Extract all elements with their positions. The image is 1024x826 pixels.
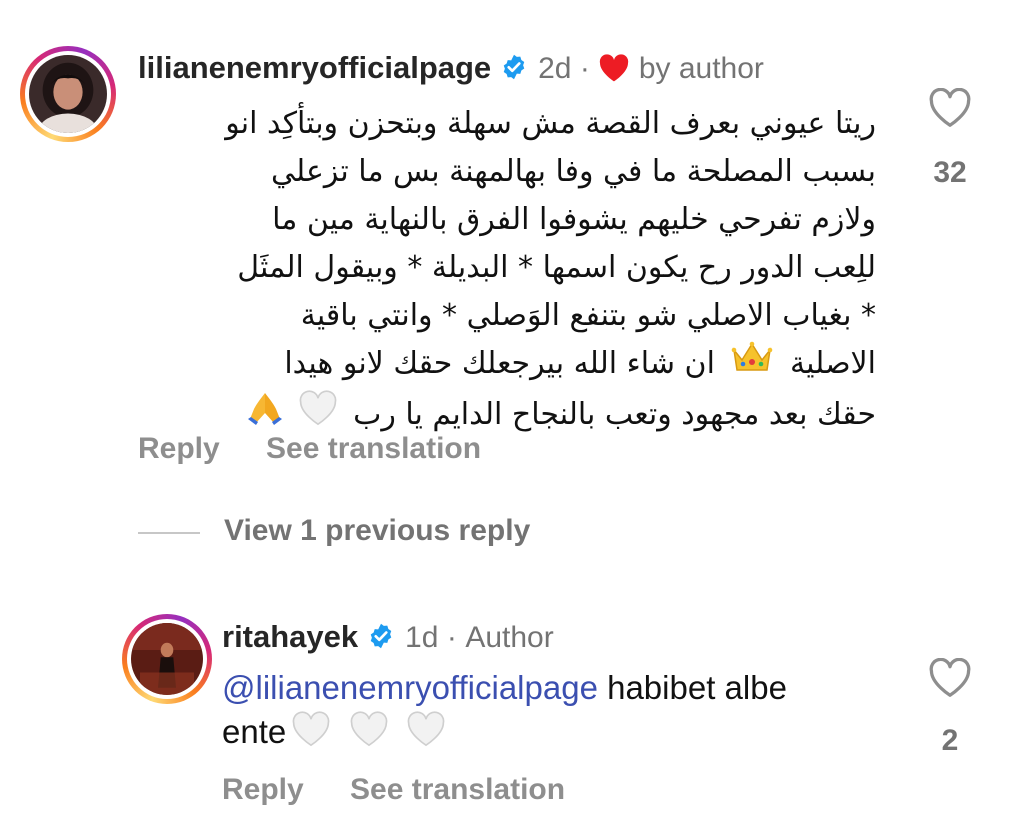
view-replies-divider [138, 532, 200, 534]
comment-text-line: * بغياب الاصلي شو بتنفع الوَصلي * وانتي … [300, 298, 876, 333]
view-previous-reply-button[interactable]: View 1 previous reply [224, 514, 530, 548]
reply-button[interactable]: Reply [222, 773, 304, 807]
like-outline-icon[interactable] [928, 657, 972, 703]
crown-emoji [730, 340, 774, 389]
reply-text: @lilianenemryofficialpage habibet albe e… [222, 666, 902, 758]
comment-text-line: حقك بعد مجهود وتعب بالنجاح الدايم يا رب [128, 389, 876, 442]
avatar-lilianenemry[interactable] [20, 46, 116, 142]
comment-text-line: الاصلية ان شاء الله بيرجعلك حقك لانو هيد… [128, 340, 876, 389]
comment-text-line: ولازم تفرحي خليهم يشوفوا الفرق بالنهاية … [272, 202, 876, 237]
reply-text-segment: ente [222, 713, 287, 750]
like-count: 32 [933, 156, 967, 189]
comment-text-line: بسبب المصلحة ما في وفا بهالمهنة بس ما تز… [271, 154, 876, 189]
see-translation-button[interactable]: See translation [350, 773, 565, 807]
comment-text-line: ريتا عيوني بعرف القصة مش سهلة وبتحزن وبت… [225, 106, 876, 141]
comment-text: ريتا عيوني بعرف القصة مش سهلة وبتحزن وبت… [128, 100, 876, 442]
white-heart-emoji [406, 711, 446, 758]
reply-username[interactable]: ritahayek [222, 619, 358, 654]
white-heart-emoji [349, 711, 389, 758]
separator: · [446, 621, 457, 654]
comment-text-line: للِعب الدور رح يكون اسمها * البديلة * وب… [237, 250, 876, 285]
separator: · [579, 52, 590, 85]
liked-by-author-label: by author [638, 52, 764, 85]
reply-header: ritahayek 1d · Author [222, 619, 554, 655]
see-translation-button[interactable]: See translation [266, 432, 481, 466]
reply-text-segment: habibet albe [597, 669, 787, 706]
white-heart-emoji [291, 711, 331, 758]
comment-text-segment: الاصلية [790, 346, 876, 381]
avatar-ritahayek[interactable] [122, 614, 212, 704]
comment-text-segment: ان شاء الله بيرجعلك حقك لانو هيدا [284, 346, 715, 381]
comment-username[interactable]: lilianenemryofficialpage [138, 50, 491, 85]
author-label: Author [465, 621, 554, 654]
verified-icon [367, 622, 395, 650]
reply-button[interactable]: Reply [138, 432, 220, 466]
like-outline-icon[interactable] [928, 87, 972, 133]
comment-header: lilianenemryofficialpage 2d · by author [138, 50, 764, 87]
heart-icon [598, 54, 630, 87]
verified-icon [500, 53, 528, 81]
reply-time: 1d [405, 621, 439, 654]
reply-text-line: ente [222, 710, 902, 758]
comment-time: 2d [538, 52, 572, 85]
reply-text-line: @lilianenemryofficialpage habibet albe [222, 666, 902, 710]
comment-text-segment: حقك بعد مجهود وتعب بالنجاح الدايم يا رب [353, 397, 876, 432]
avatar-image [29, 55, 107, 133]
avatar-image [131, 623, 203, 695]
like-count: 2 [941, 724, 959, 757]
mention-link[interactable]: @lilianenemryofficialpage [222, 669, 598, 706]
